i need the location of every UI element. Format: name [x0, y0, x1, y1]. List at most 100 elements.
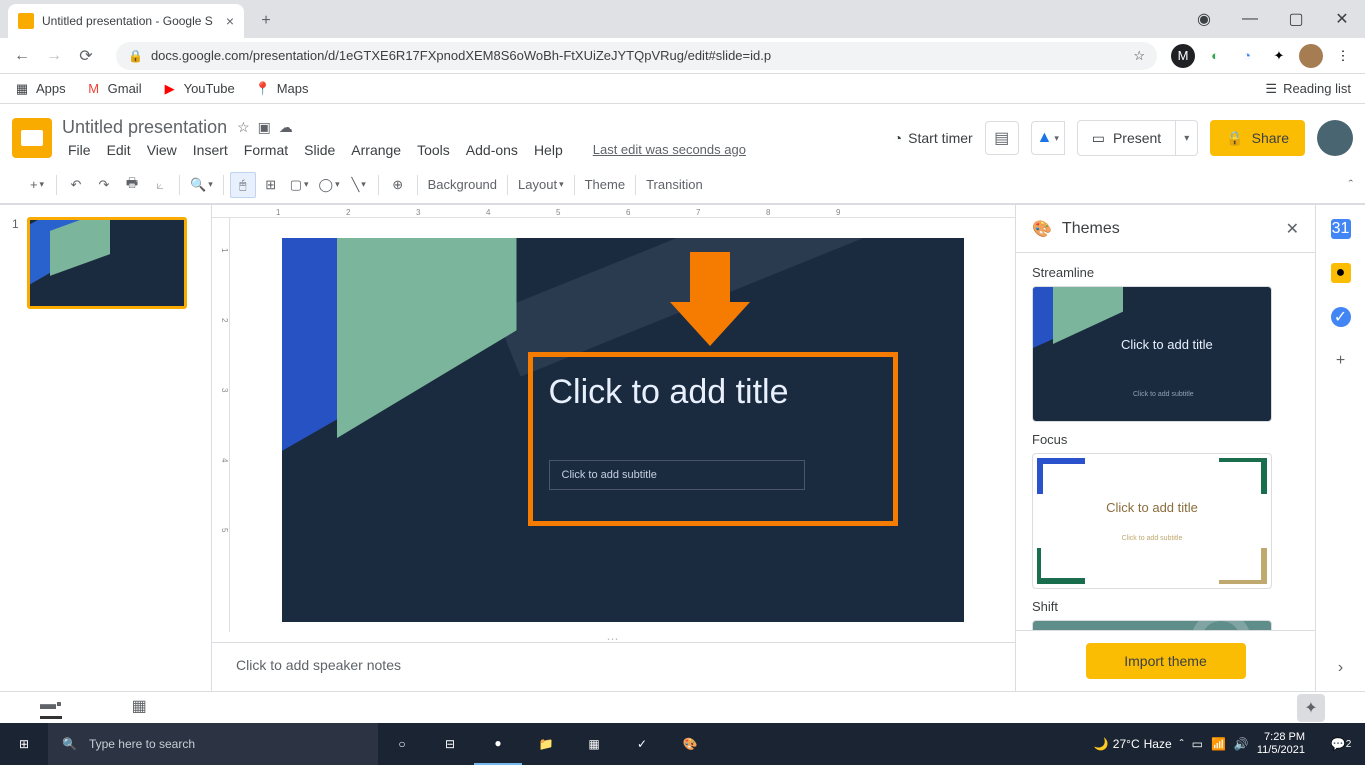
shape-tool[interactable]: ◯▾: [315, 172, 344, 198]
speaker-notes[interactable]: Click to add speaker notes: [212, 642, 1015, 691]
slide-canvas[interactable]: Click to add title Click to add subtitle: [282, 238, 964, 622]
share-button[interactable]: 🔒Share: [1210, 120, 1305, 156]
gmail-bookmark[interactable]: MGmail: [86, 81, 142, 97]
new-tab-button[interactable]: +: [252, 7, 280, 35]
apps-bookmark[interactable]: ▦Apps: [14, 81, 66, 97]
browser-tab[interactable]: Untitled presentation - Google S ×: [8, 4, 244, 38]
present-button[interactable]: ▭Present: [1077, 120, 1176, 156]
image-tool[interactable]: ▢▾: [286, 172, 313, 198]
profile-avatar-icon[interactable]: [1299, 44, 1323, 68]
ext-gmail-icon[interactable]: M: [1171, 44, 1195, 68]
tasks-icon[interactable]: ✓: [1331, 307, 1351, 327]
menu-file[interactable]: File: [62, 140, 97, 160]
close-window-icon[interactable]: ✕: [1319, 0, 1365, 38]
explorer-taskbar-icon[interactable]: 📁: [522, 723, 570, 765]
start-button[interactable]: ⊞: [0, 723, 48, 765]
ext-clock-icon[interactable]: ◔: [1235, 44, 1259, 68]
taskbar-search[interactable]: 🔍 Type here to search: [48, 723, 378, 765]
calendar-icon[interactable]: 31: [1331, 219, 1351, 239]
theme-card-shift[interactable]: [1032, 620, 1272, 630]
ext-grammarly-icon[interactable]: ◐: [1203, 44, 1227, 68]
app-taskbar-icon[interactable]: ▦: [570, 723, 618, 765]
menu-addons[interactable]: Add-ons: [460, 140, 524, 160]
cloud-status-icon[interactable]: ☁: [279, 119, 293, 136]
undo-button[interactable]: ↶: [63, 172, 89, 198]
present-dropdown[interactable]: ▾: [1176, 120, 1198, 156]
transition-button[interactable]: Transition: [642, 172, 707, 198]
user-avatar[interactable]: [1317, 120, 1353, 156]
star-doc-icon[interactable]: ☆: [237, 119, 250, 136]
menu-tools[interactable]: Tools: [411, 140, 456, 160]
menu-insert[interactable]: Insert: [187, 140, 234, 160]
menu-help[interactable]: Help: [528, 140, 569, 160]
youtube-bookmark[interactable]: ▶YouTube: [162, 81, 235, 97]
zoom-button[interactable]: 🔍▾: [186, 172, 217, 198]
star-icon[interactable]: ☆: [1133, 48, 1145, 64]
redo-button[interactable]: ↷: [91, 172, 117, 198]
clock[interactable]: 7:28 PM 11/5/2021: [1257, 731, 1313, 757]
paint-taskbar-icon[interactable]: 🎨: [666, 723, 714, 765]
menu-arrange[interactable]: Arrange: [345, 140, 407, 160]
explore-button[interactable]: ✦: [1297, 694, 1325, 722]
comment-button[interactable]: ⊕: [385, 172, 411, 198]
chrome-menu-icon[interactable]: ⋮: [1331, 44, 1355, 68]
cortana-icon[interactable]: ○: [378, 723, 426, 765]
menu-slide[interactable]: Slide: [298, 140, 341, 160]
last-edit-link[interactable]: Last edit was seconds ago: [587, 140, 752, 160]
battery-icon[interactable]: ▭: [1192, 737, 1203, 751]
doc-title[interactable]: Untitled presentation: [62, 117, 227, 138]
theme-button[interactable]: Theme: [581, 172, 629, 198]
menu-edit[interactable]: Edit: [101, 140, 137, 160]
collapse-toolbar-icon[interactable]: ˆ: [1349, 177, 1353, 192]
background-button[interactable]: Background: [424, 172, 501, 198]
addons-plus-icon[interactable]: +: [1331, 351, 1351, 371]
minimize-icon[interactable]: —: [1227, 0, 1273, 38]
menu-format[interactable]: Format: [238, 140, 294, 160]
slides-logo-icon[interactable]: [12, 118, 52, 158]
maps-bookmark[interactable]: 📍Maps: [255, 81, 309, 97]
start-timer-button[interactable]: ◔Start timer: [894, 130, 973, 146]
back-button[interactable]: ←: [8, 42, 36, 70]
address-bar[interactable]: 🔒 docs.google.com/presentation/d/1eGTXE6…: [116, 42, 1157, 70]
line-tool[interactable]: ╲▾: [346, 172, 372, 198]
reload-button[interactable]: ⟳: [72, 42, 100, 70]
wifi-icon[interactable]: 📶: [1211, 737, 1226, 751]
todo-taskbar-icon[interactable]: ✓: [618, 723, 666, 765]
print-button[interactable]: 🖶: [119, 172, 145, 198]
maximize-icon[interactable]: ▢: [1273, 0, 1319, 38]
forward-button[interactable]: →: [40, 42, 68, 70]
subtitle-placeholder[interactable]: Click to add subtitle: [549, 460, 805, 490]
paint-format-button[interactable]: ⟀: [147, 172, 173, 198]
theme-card-focus[interactable]: Click to add title Click to add subtitle: [1032, 453, 1272, 589]
slideshow-icon[interactable]: ▲▾: [1031, 121, 1065, 155]
comments-icon[interactable]: ▤: [985, 121, 1019, 155]
themes-title: Themes: [1062, 220, 1120, 238]
textbox-tool[interactable]: ⊞: [258, 172, 284, 198]
notes-drag-handle[interactable]: ⋯: [212, 632, 1015, 642]
select-tool[interactable]: 🖰: [230, 172, 256, 198]
import-theme-button[interactable]: Import theme: [1086, 643, 1246, 679]
menu-view[interactable]: View: [141, 140, 183, 160]
volume-icon[interactable]: 🔊: [1234, 737, 1249, 751]
keep-icon[interactable]: ●: [1331, 263, 1351, 283]
tray-chevron-icon[interactable]: ˆ: [1180, 737, 1184, 751]
weather-icon: 🌙: [1094, 737, 1109, 751]
themes-close-icon[interactable]: ✕: [1286, 219, 1299, 239]
grid-view-icon[interactable]: ▦: [132, 696, 147, 719]
task-view-icon[interactable]: ⊟: [426, 723, 474, 765]
theme-card-streamline[interactable]: Click to add title Click to add subtitle: [1032, 286, 1272, 422]
filmstrip-view-icon[interactable]: ▬▪: [40, 696, 62, 719]
rail-collapse-icon[interactable]: ›: [1338, 659, 1343, 677]
layout-button[interactable]: Layout▾: [514, 172, 568, 198]
extensions-icon[interactable]: ✦: [1267, 44, 1291, 68]
weather-widget[interactable]: 🌙 27°C Haze: [1094, 737, 1172, 751]
new-slide-button[interactable]: +▾: [24, 172, 50, 198]
move-doc-icon[interactable]: ▣: [258, 119, 271, 136]
title-placeholder[interactable]: Click to add title: [549, 373, 877, 412]
reading-list-button[interactable]: ☰Reading list: [1265, 81, 1351, 97]
account-icon[interactable]: ◉: [1181, 0, 1227, 38]
slide-thumbnail-1[interactable]: [27, 217, 187, 309]
notifications-icon[interactable]: 💬2: [1321, 723, 1361, 765]
chrome-taskbar-icon[interactable]: ●: [474, 723, 522, 765]
tab-close-icon[interactable]: ×: [226, 13, 234, 29]
